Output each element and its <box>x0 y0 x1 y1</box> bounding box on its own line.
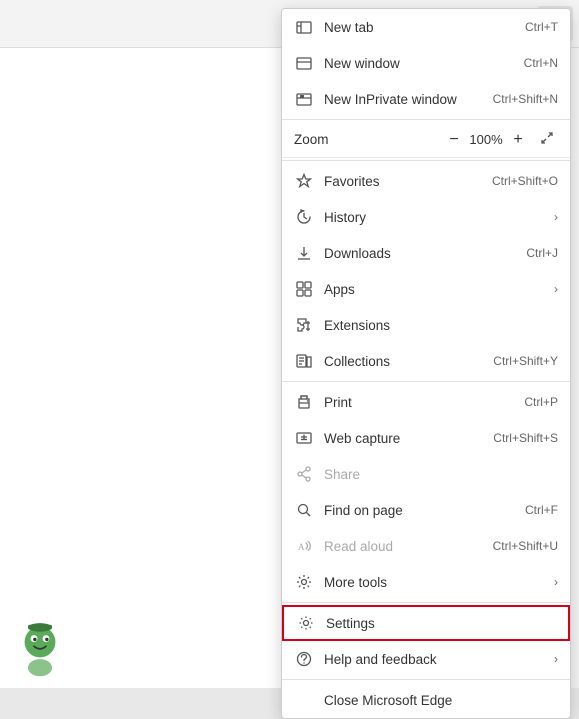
svg-text:A: A <box>298 542 305 552</box>
collections-icon <box>294 351 314 371</box>
zoom-row: Zoom − 100% + <box>282 122 570 158</box>
menu-item-collections[interactable]: Collections Ctrl+Shift+Y <box>282 343 570 379</box>
apps-label: Apps <box>324 282 548 297</box>
collections-label: Collections <box>324 354 493 369</box>
favorites-icon <box>294 171 314 191</box>
print-icon <box>294 392 314 412</box>
menu-item-new-tab[interactable]: New tab Ctrl+T <box>282 9 570 45</box>
find-label: Find on page <box>324 503 525 518</box>
zoom-expand-btn[interactable] <box>536 127 558 152</box>
new-window-shortcut: Ctrl+N <box>524 56 558 70</box>
appuals-branding <box>10 618 70 678</box>
close-edge-icon <box>294 690 314 710</box>
readaloud-shortcut: Ctrl+Shift+U <box>493 539 558 553</box>
new-window-icon <box>294 53 314 73</box>
menu-item-close-edge[interactable]: Close Microsoft Edge <box>282 682 570 718</box>
share-label: Share <box>324 467 558 482</box>
apps-arrow: › <box>554 282 558 296</box>
print-label: Print <box>324 395 524 410</box>
settings-label: Settings <box>326 616 556 631</box>
webcapture-shortcut: Ctrl+Shift+S <box>493 431 558 445</box>
zoom-minus-btn[interactable]: − <box>440 126 468 154</box>
menu-item-share: Share <box>282 456 570 492</box>
menu-item-print[interactable]: Print Ctrl+P <box>282 384 570 420</box>
menu-item-extensions[interactable]: Extensions <box>282 307 570 343</box>
inprivate-label: New InPrivate window <box>324 92 493 107</box>
divider-5 <box>282 679 570 680</box>
menu-item-webcapture[interactable]: Web capture Ctrl+Shift+S <box>282 420 570 456</box>
inprivate-shortcut: Ctrl+Shift+N <box>493 92 558 106</box>
divider-2 <box>282 160 570 161</box>
collections-shortcut: Ctrl+Shift+Y <box>493 354 558 368</box>
new-window-label: New window <box>324 56 524 71</box>
apps-icon <box>294 279 314 299</box>
moretools-icon <box>294 572 314 592</box>
share-icon <box>294 464 314 484</box>
favorites-label: Favorites <box>324 174 492 189</box>
readaloud-icon: A <box>294 536 314 556</box>
history-icon <box>294 207 314 227</box>
history-arrow: › <box>554 210 558 224</box>
appuals-logo-svg <box>10 618 70 678</box>
menu-item-help[interactable]: Help and feedback › <box>282 641 570 677</box>
webcapture-label: Web capture <box>324 431 493 446</box>
find-shortcut: Ctrl+F <box>525 503 558 517</box>
help-icon <box>294 649 314 669</box>
page-content-area <box>0 48 285 688</box>
zoom-plus-btn[interactable]: + <box>504 126 532 154</box>
new-tab-icon <box>294 17 314 37</box>
menu-item-apps[interactable]: Apps › <box>282 271 570 307</box>
menu-item-inprivate[interactable]: New InPrivate window Ctrl+Shift+N <box>282 81 570 117</box>
divider-3 <box>282 381 570 382</box>
history-label: History <box>324 210 548 225</box>
menu-item-readaloud: A Read aloud Ctrl+Shift+U <box>282 528 570 564</box>
menu-item-find[interactable]: Find on page Ctrl+F <box>282 492 570 528</box>
menu-item-settings[interactable]: Settings <box>282 605 570 641</box>
extensions-label: Extensions <box>324 318 558 333</box>
readaloud-label: Read aloud <box>324 539 493 554</box>
zoom-value: 100% <box>468 132 504 147</box>
new-tab-label: New tab <box>324 20 525 35</box>
downloads-icon <box>294 243 314 263</box>
moretools-label: More tools <box>324 575 548 590</box>
menu-item-moretools[interactable]: More tools › <box>282 564 570 600</box>
inprivate-icon <box>294 89 314 109</box>
find-icon <box>294 500 314 520</box>
new-tab-shortcut: Ctrl+T <box>525 20 558 34</box>
close-edge-label: Close Microsoft Edge <box>324 693 558 708</box>
help-arrow: › <box>554 652 558 666</box>
downloads-shortcut: Ctrl+J <box>526 246 558 260</box>
webcapture-icon <box>294 428 314 448</box>
moretools-arrow: › <box>554 575 558 589</box>
help-label: Help and feedback <box>324 652 548 667</box>
print-shortcut: Ctrl+P <box>524 395 558 409</box>
dropdown-menu: New tab Ctrl+T New window Ctrl+N New InP… <box>281 8 571 719</box>
downloads-label: Downloads <box>324 246 526 261</box>
favorites-shortcut: Ctrl+Shift+O <box>492 174 558 188</box>
menu-item-favorites[interactable]: Favorites Ctrl+Shift+O <box>282 163 570 199</box>
zoom-label: Zoom <box>294 132 440 147</box>
menu-item-new-window[interactable]: New window Ctrl+N <box>282 45 570 81</box>
divider-1 <box>282 119 570 120</box>
menu-item-history[interactable]: History › <box>282 199 570 235</box>
divider-4 <box>282 602 570 603</box>
settings-icon <box>296 613 316 633</box>
extensions-icon <box>294 315 314 335</box>
menu-item-downloads[interactable]: Downloads Ctrl+J <box>282 235 570 271</box>
